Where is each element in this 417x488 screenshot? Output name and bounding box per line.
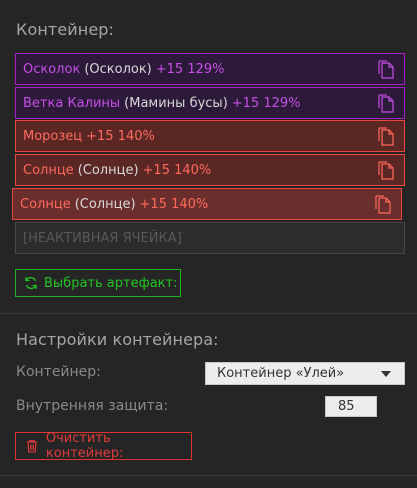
clear-container-button[interactable]: Очистить контейнер: <box>15 431 192 461</box>
artifact-slot-4[interactable]: Солнце (Солнце) +15 140% <box>15 154 405 186</box>
protection-input[interactable]: 85 <box>325 396 377 417</box>
artifact-alt-name: (Осколок) <box>84 61 152 77</box>
copy-icon[interactable] <box>378 127 396 147</box>
artifact-stat: +15 140% <box>86 128 155 144</box>
artifact-slot-3[interactable]: Морозец +15 140% <box>15 120 405 152</box>
select-artifact-label: Выбрать артефакт: <box>44 275 178 291</box>
artifact-stat: +15 140% <box>142 162 212 178</box>
artifact-stat: +15 129% <box>155 61 225 77</box>
artifact-slot-2[interactable]: Ветка Калины (Мамины бусы) +15 129% <box>15 87 405 119</box>
container-type-value: Контейнер «Улей» <box>217 366 345 381</box>
select-artifact-button[interactable]: Выбрать артефакт: <box>15 269 181 297</box>
artifact-alt-name: (Солнце) <box>77 162 139 178</box>
container-type-select[interactable]: Контейнер «Улей» <box>205 362 405 385</box>
clear-container-label: Очистить контейнер: <box>45 431 124 461</box>
artifact-name: Морозец <box>23 128 83 144</box>
artifact-slot-5[interactable]: Солнце (Солнце) +15 140% <box>12 188 402 220</box>
artifact-name: Солнце <box>20 196 71 212</box>
protection-label: Внутренняя защита: <box>16 398 169 414</box>
inactive-slot-label: [НЕАКТИВНАЯ ЯЧЕЙКА] <box>23 230 182 246</box>
copy-icon[interactable] <box>378 94 396 114</box>
chevron-down-icon <box>381 371 391 377</box>
divider <box>0 313 417 314</box>
artifact-stat: +15 129% <box>231 95 301 111</box>
copy-icon[interactable] <box>378 60 396 80</box>
copy-icon[interactable] <box>375 195 393 215</box>
settings-title: Настройки контейнера: <box>16 330 219 349</box>
artifact-slot-1[interactable]: Осколок (Осколок) +15 129% <box>15 53 405 85</box>
artifact-stat: +15 140% <box>139 196 209 212</box>
container-title: Контейнер: <box>16 20 115 39</box>
trash-icon <box>26 439 37 453</box>
artifact-name: Солнце <box>23 162 74 178</box>
artifact-alt-name: (Солнце) <box>74 196 136 212</box>
divider <box>0 475 417 476</box>
artifact-name: Осколок <box>23 61 81 77</box>
copy-icon[interactable] <box>378 161 396 181</box>
artifact-name: Ветка Калины <box>23 95 121 111</box>
protection-value: 85 <box>338 399 355 414</box>
container-panel: Контейнер: Осколок (Осколок) +15 129% Ве… <box>0 0 417 488</box>
refresh-icon <box>25 276 37 290</box>
container-type-label: Контейнер: <box>16 364 101 380</box>
inactive-slot[interactable]: [НЕАКТИВНАЯ ЯЧЕЙКА] <box>15 222 405 254</box>
artifact-alt-name: (Мамины бусы) <box>124 95 228 111</box>
